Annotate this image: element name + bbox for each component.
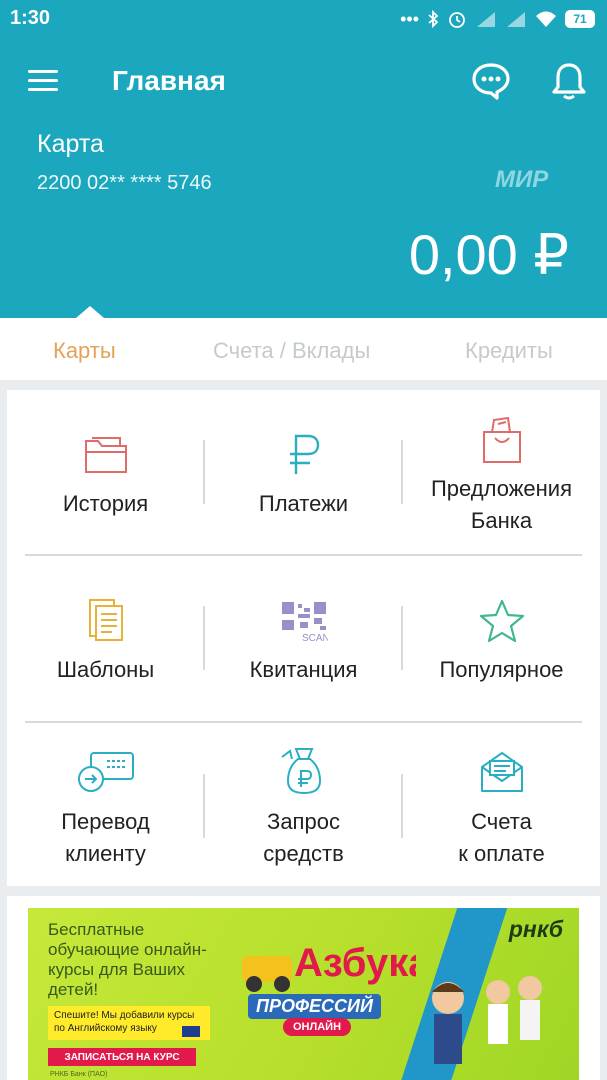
bank-logo: рнкб [508,916,563,942]
notifications-button[interactable] [548,60,590,102]
action-label: Квитанция [249,657,358,682]
action-label: Запрос [267,809,340,834]
hamburger-icon [28,70,58,73]
banner-illustration: Азбука [242,941,416,992]
action-history[interactable]: История [7,390,204,554]
more-icon: ••• [400,9,419,29]
action-label: Популярное [439,657,564,682]
card-transfer-icon [77,752,134,792]
enroll-button[interactable]: ЗАПИСАТЬСЯ НА КУРС [48,1048,196,1066]
folder-icon [84,437,127,473]
promo-section: Бесплатные обучающие онлайн-курсы для Ва… [7,896,600,1080]
promo-banner[interactable]: Бесплатные обучающие онлайн-курсы для Ва… [28,908,579,1080]
bluetooth-icon [428,10,439,28]
qr-scan-icon: SCAN [281,602,328,642]
action-label: История [62,491,149,516]
page-title: Главная [112,65,226,96]
gift-bag-icon [482,416,521,463]
action-request-funds[interactable]: Запрос средств [205,723,402,887]
action-label-line2: к оплате [458,841,545,866]
banner-title: Бесплатные обучающие онлайн-курсы для Ва… [48,920,207,999]
card-balance: 0,00 ₽ [408,223,569,286]
clock: 1:30 [10,7,51,29]
wifi-icon [536,11,556,27]
action-receipt[interactable]: SCAN Квитанция [205,556,402,720]
qr-scan-text: SCAN [302,633,328,642]
tab-cards[interactable]: Карты [53,338,116,364]
banner-legal: РНКБ Банк (ПАО) [50,1071,108,1078]
money-bag-icon [280,748,321,795]
banner-online-badge: ОНЛАЙН [283,1018,352,1036]
action-label: Платежи [258,491,349,516]
tab-accounts-deposits[interactable]: Счета / Вклады [213,338,370,364]
action-label-line2: средств [263,841,344,866]
envelope-icon [480,752,523,792]
signal-icon [507,12,525,27]
bell-icon [552,63,586,100]
card-number: 2200 02** **** 5746 [37,172,212,194]
chat-button[interactable] [470,60,512,102]
tab-credits[interactable]: Кредиты [465,338,553,364]
action-client-transfer[interactable]: Перевод клиенту [7,723,204,887]
battery-icon: 71 [565,10,595,28]
tab-caret [76,306,104,318]
menu-button[interactable] [28,70,58,92]
action-payments[interactable]: Платежи [205,390,402,554]
action-templates[interactable]: Шаблоны [7,556,204,720]
status-bar: 1:30 ••• 71 [0,0,607,38]
action-label: Шаблоны [56,657,155,682]
action-bank-offers[interactable]: Предложения Банка [403,390,600,554]
action-label: Предложения [430,476,572,501]
action-label: Перевод [61,809,150,834]
kids-illustration [432,976,542,1064]
action-label-line2: клиенту [65,841,146,866]
banner-headline-top: Азбука [294,941,416,985]
action-label: Счета [471,809,532,834]
ruble-icon [289,434,319,474]
star-icon [479,599,524,643]
mir-logo: МИР [495,166,549,193]
banner-headline: ПРОФЕССИЙ [248,994,381,1019]
account-tabs: Карты Счета / Вклады Кредиты [0,306,607,380]
chat-icon [472,63,510,100]
status-icons: ••• 71 [400,7,595,31]
action-popular[interactable]: Популярное [403,556,600,720]
documents-icon [88,599,123,641]
card-name[interactable]: Карта [37,130,104,159]
action-invoices[interactable]: Счета к оплате [403,723,600,887]
uk-flag-icon [182,1026,200,1037]
alarm-icon [449,12,465,28]
action-label-line2: Банка [470,508,533,533]
action-grid: История Платежи Предложения Банка Шаблон… [7,390,600,886]
signal-icon [477,12,495,27]
header: Главная Карта 2200 02** **** 5746 МИР 0,… [0,38,607,318]
